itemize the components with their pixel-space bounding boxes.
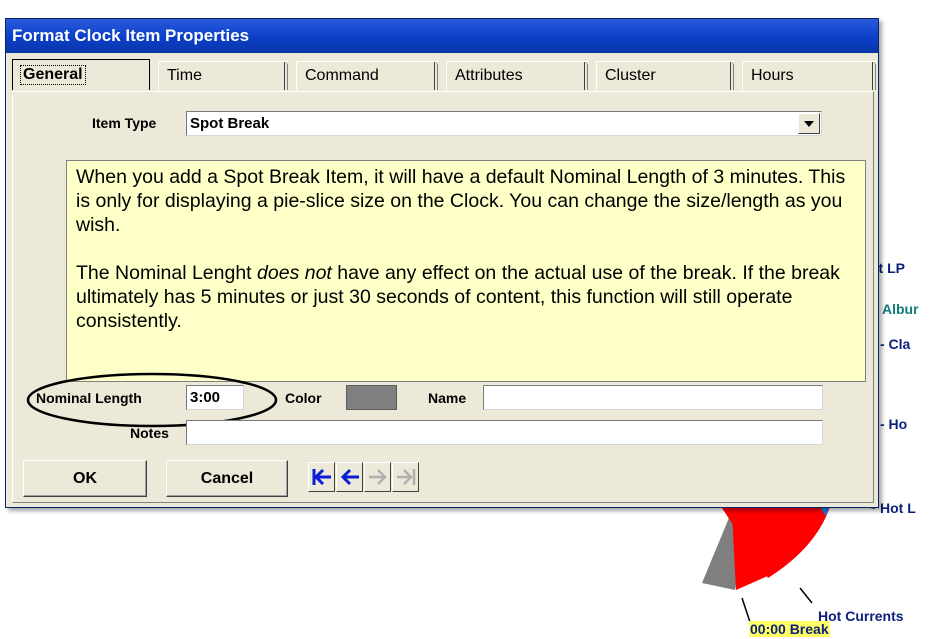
notes-label: Notes: [130, 425, 169, 441]
cancel-button[interactable]: Cancel: [166, 460, 288, 497]
item-type-value: Spot Break: [190, 115, 270, 132]
tab-time[interactable]: Time: [158, 61, 288, 90]
clock-label-hot-currents: Hot Currents: [818, 608, 904, 624]
color-swatch[interactable]: [346, 385, 397, 410]
clock-pointer-hot-currents: [799, 587, 813, 604]
chevron-down-icon[interactable]: [798, 113, 820, 134]
color-label: Color: [285, 390, 322, 406]
help-note-para-1: When you add a Spot Break Item, it will …: [76, 166, 846, 236]
tab-cluster[interactable]: Cluster: [596, 61, 734, 90]
clock-label-break: 00:00 Break: [749, 621, 830, 637]
last-record-button[interactable]: [392, 462, 419, 492]
tab-hours[interactable]: Hours: [742, 61, 876, 90]
first-record-icon: [312, 468, 331, 486]
dialog-title-bar[interactable]: Format Clock Item Properties: [6, 19, 878, 53]
previous-record-icon: [340, 468, 359, 486]
dialog-title: Format Clock Item Properties: [12, 26, 250, 45]
tab-general[interactable]: General: [12, 59, 150, 90]
item-type-select[interactable]: Spot Break: [186, 111, 822, 136]
next-record-button[interactable]: [364, 462, 391, 492]
next-record-icon: [368, 469, 387, 485]
clock-pointer-break: [741, 597, 751, 623]
help-note: When you add a Spot Break Item, it will …: [66, 160, 866, 382]
name-label: Name: [428, 390, 467, 406]
clock-label-album: Albur: [882, 301, 919, 317]
nominal-length-input[interactable]: 3:00: [186, 385, 244, 410]
nominal-length-label: Nominal Length: [36, 390, 142, 406]
item-type-label: Item Type: [92, 115, 157, 131]
clock-label-ho: - Ho: [880, 416, 908, 432]
tab-strip: General Time Command Attributes Cluster …: [12, 57, 878, 91]
format-clock-item-dialog: Format Clock Item Properties General Tim…: [5, 18, 879, 508]
notes-input[interactable]: [186, 420, 823, 445]
clock-label-cla: - Cla: [880, 336, 911, 352]
help-note-para-2: The Nominal Lenght does not have any eff…: [76, 262, 840, 332]
ok-button[interactable]: OK: [23, 460, 147, 497]
first-record-button[interactable]: [308, 462, 335, 492]
previous-record-button[interactable]: [336, 462, 363, 492]
clock-label-hot-l: Hot L: [880, 500, 916, 516]
tab-command[interactable]: Command: [296, 61, 438, 90]
tab-attributes[interactable]: Attributes: [446, 61, 588, 90]
name-input[interactable]: [483, 385, 823, 410]
last-record-icon: [396, 469, 415, 485]
